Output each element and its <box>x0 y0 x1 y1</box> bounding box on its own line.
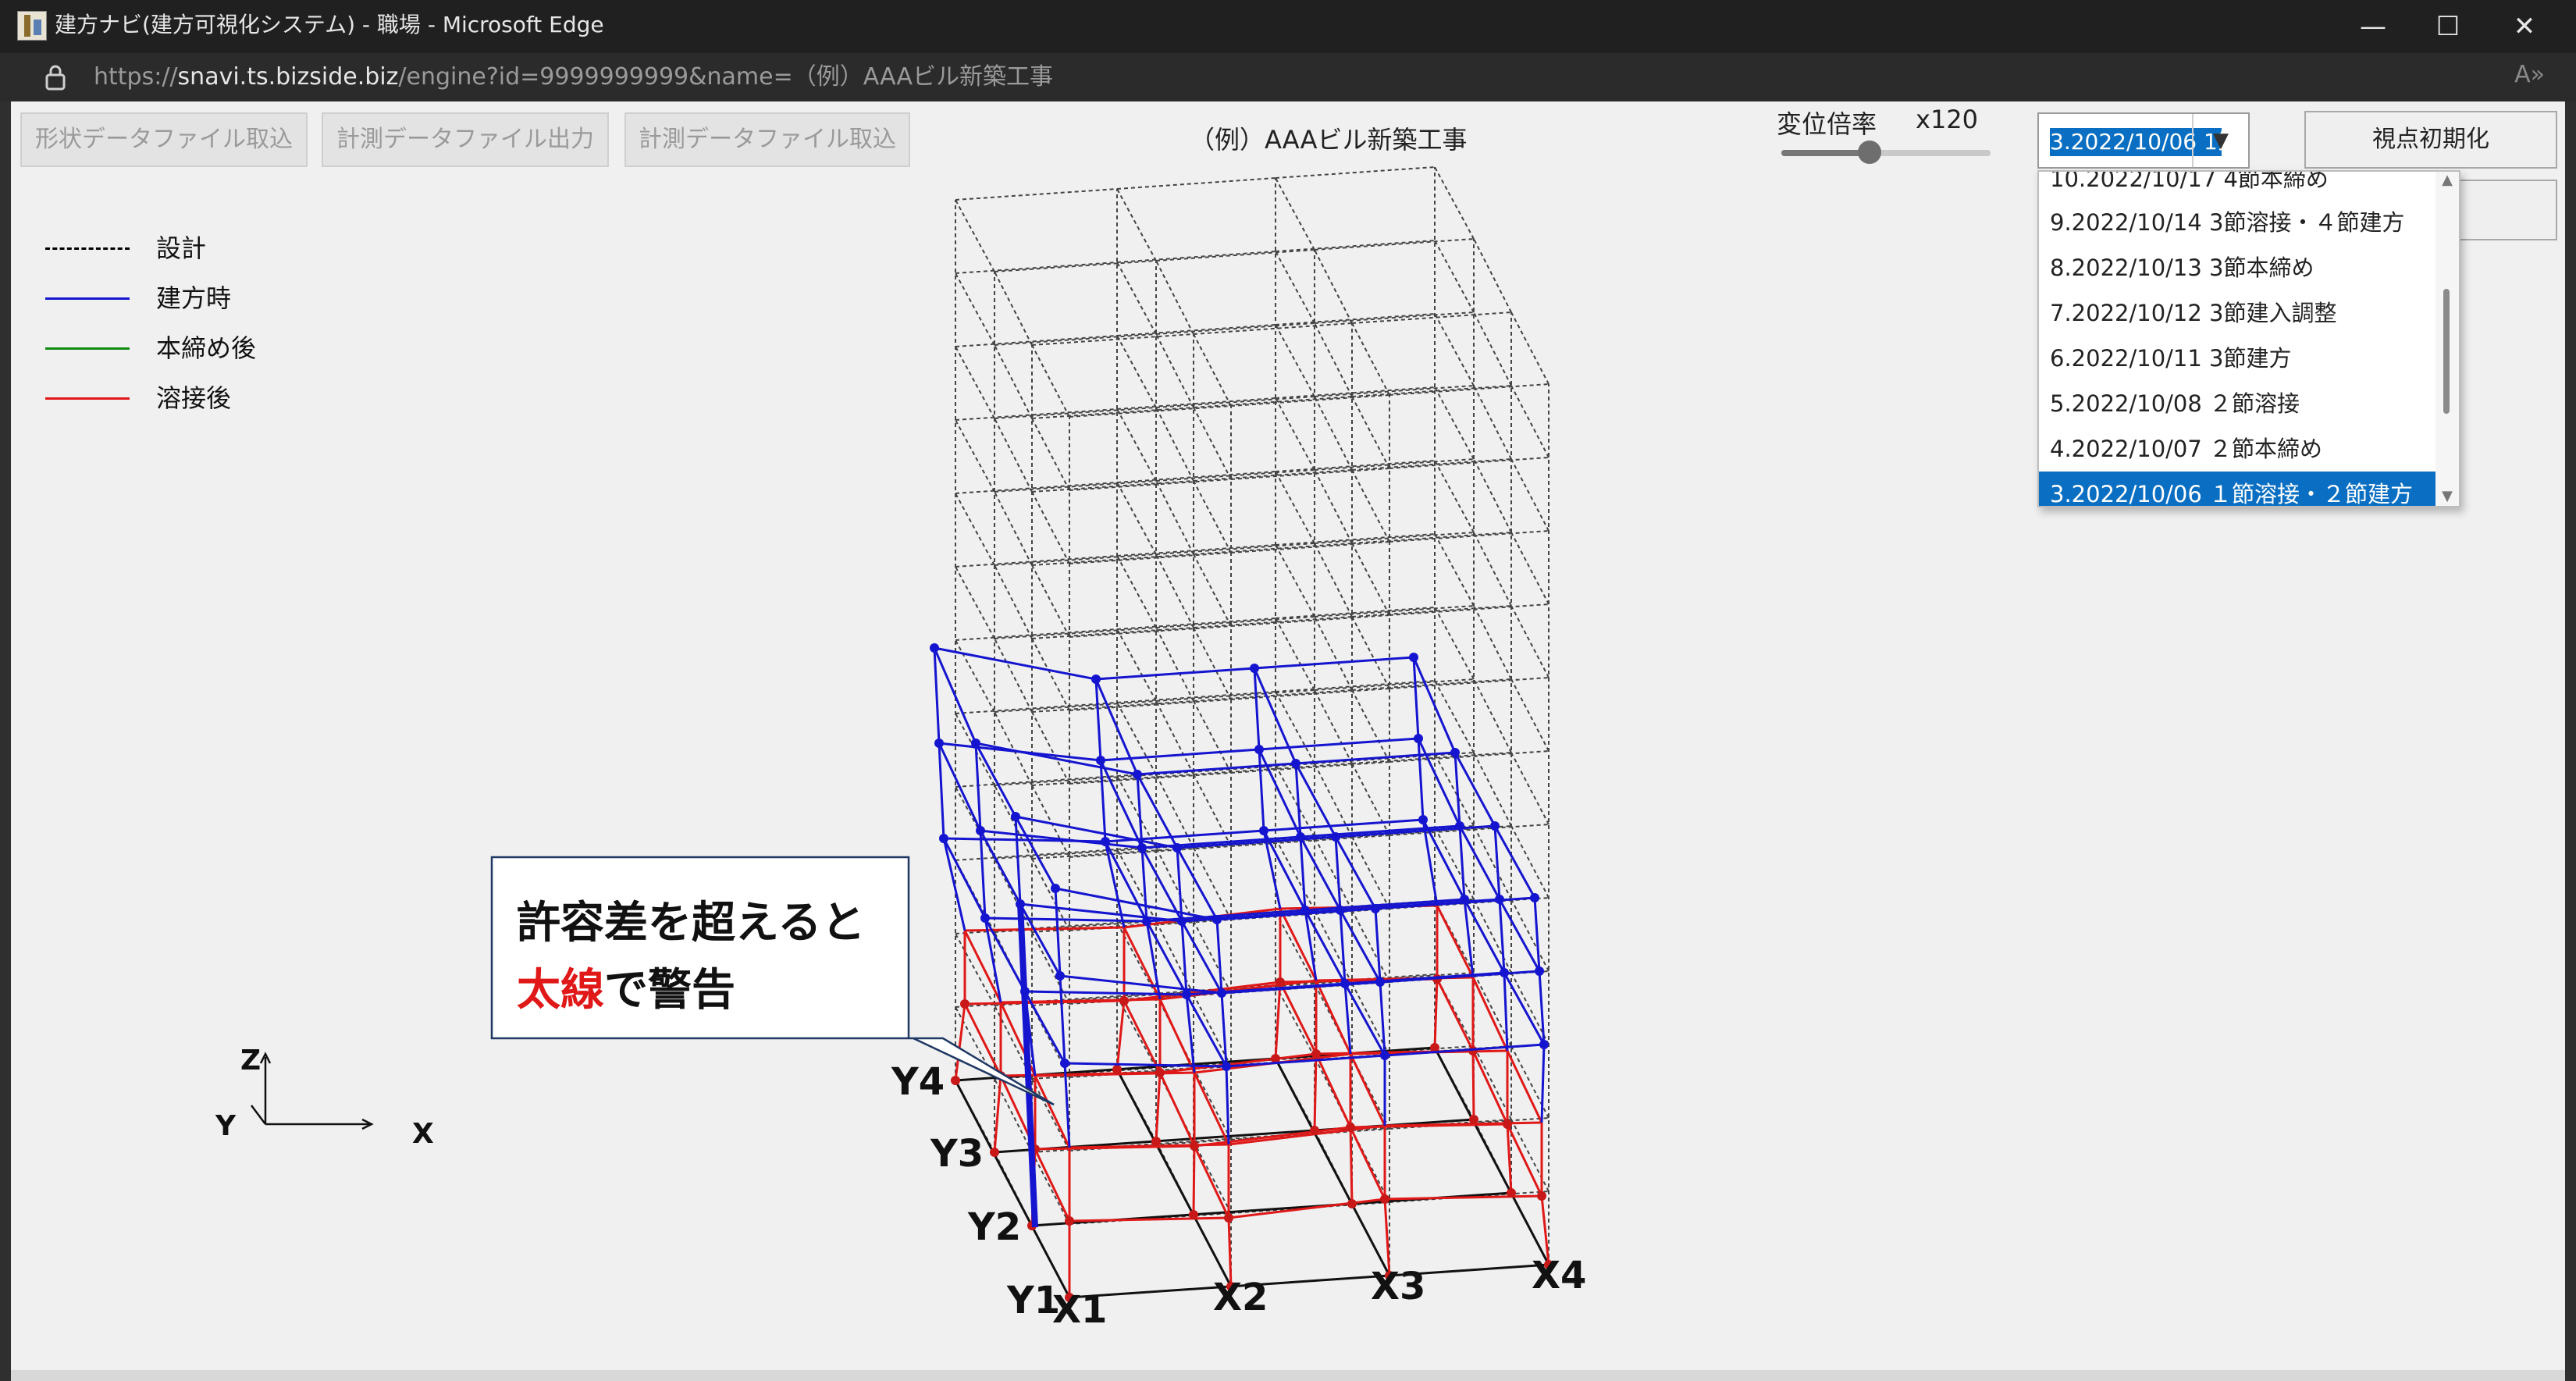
grid-label-y4: Y4 <box>891 1060 945 1104</box>
grid-label-y2: Y2 <box>968 1205 1022 1249</box>
grid-label-x2: X2 <box>1213 1276 1268 1319</box>
grid-label-x1: X1 <box>1052 1288 1108 1332</box>
callout-text: 許容差を超えると 太線で警告 <box>517 890 865 1024</box>
window-border-right <box>2565 101 2576 1381</box>
minimize-button[interactable]: — <box>2350 8 2396 45</box>
axis-label-z: Z <box>240 1045 262 1077</box>
window-titlebar: 建方ナビ(建方可視化システム) - 職場 - Microsoft Edge — … <box>0 0 2576 53</box>
lock-icon[interactable] <box>44 64 67 91</box>
window-title: 建方ナビ(建方可視化システム) - 職場 - Microsoft Edge <box>55 12 604 37</box>
window-border-left <box>0 101 11 1381</box>
callout-line2-rest: で警告 <box>604 965 735 1016</box>
grid-label-y3: Y3 <box>930 1132 984 1176</box>
url-text[interactable]: https://snavi.ts.bizside.biz/engine?id=9… <box>94 62 1053 92</box>
address-bar: https://snavi.ts.bizside.biz/engine?id=9… <box>0 53 2576 101</box>
warning-callout <box>490 856 1055 1106</box>
url-prefix: https:// <box>94 63 178 91</box>
callout-red-word: 太線 <box>517 965 604 1016</box>
close-button[interactable]: ✕ <box>2501 8 2548 45</box>
app-content: 形状データファイル取込 計測データファイル出力 計測データファイル取込 （例）A… <box>11 101 2565 1370</box>
grid-label-x4: X4 <box>1532 1254 1587 1297</box>
axis-label-y: Y <box>215 1110 237 1142</box>
read-aloud-icon[interactable]: A» <box>2514 61 2545 88</box>
axis-gizmo <box>251 1052 374 1130</box>
maximize-button[interactable]: ☐ <box>2425 8 2471 45</box>
status-strip <box>11 1370 2565 1381</box>
axis-label-x: X <box>412 1118 434 1150</box>
callout-line1: 許容差を超えると <box>517 898 866 949</box>
url-rest: /engine?id=9999999999&name=（例）AAAビル新築工事 <box>398 63 1053 91</box>
url-host: snavi.ts.bizside.biz <box>177 63 399 91</box>
callout-line2: 太線で警告 <box>517 957 865 1024</box>
app-icon <box>17 11 47 41</box>
grid-label-x3: X3 <box>1371 1265 1426 1308</box>
